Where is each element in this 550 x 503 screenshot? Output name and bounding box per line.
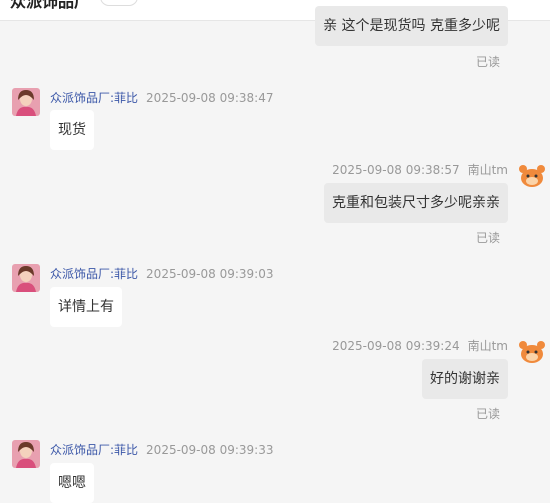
message-time: 2025-09-08 09:39:03 xyxy=(146,267,274,281)
message-bubble: 克重和包装尺寸多少呢亲亲 xyxy=(324,183,508,223)
chat-title: 众派饰品厂 xyxy=(10,0,91,11)
read-status: 已读 xyxy=(475,407,500,421)
message-bubble: 详情上有 xyxy=(50,287,122,327)
buyer-avatar-icon[interactable] xyxy=(518,338,546,366)
seller-avatar-icon[interactable] xyxy=(12,440,40,468)
buyer-avatar-icon[interactable] xyxy=(518,162,546,190)
message-meta: 众派饰品厂:菲比 2025-09-08 09:38:47 xyxy=(50,89,274,106)
read-status: 已读 xyxy=(475,231,500,245)
message-time: 2025-09-08 09:38:47 xyxy=(146,91,274,105)
header-pill-button[interactable] xyxy=(100,0,138,6)
message-meta: 众派饰品厂:菲比 2025-09-08 09:39:03 xyxy=(50,265,274,282)
message-time: 2025-09-08 09:39:33 xyxy=(146,443,274,457)
sender-name[interactable]: 南山tm xyxy=(468,163,508,177)
message-bubble: 嗯嗯 xyxy=(50,463,94,503)
read-status: 已读 xyxy=(475,55,500,69)
message-bubble: 现货 xyxy=(50,110,94,150)
message-time: 2025-09-08 09:38:57 xyxy=(332,163,460,177)
message-meta: 众派饰品厂:菲比 2025-09-08 09:39:33 xyxy=(50,441,274,458)
seller-avatar-icon[interactable] xyxy=(12,264,40,292)
message-bubble: 亲 这个是现货吗 克重多少呢 xyxy=(315,6,508,46)
sender-name[interactable]: 南山tm xyxy=(468,339,508,353)
seller-avatar-icon[interactable] xyxy=(12,88,40,116)
message-meta: 2025-09-08 09:39:24 南山tm xyxy=(332,337,508,354)
sender-name[interactable]: 众派饰品厂:菲比 xyxy=(50,443,138,457)
message-bubble: 好的谢谢亲 xyxy=(422,359,508,399)
sender-name[interactable]: 众派饰品厂:菲比 xyxy=(50,267,138,281)
sender-name[interactable]: 众派饰品厂:菲比 xyxy=(50,91,138,105)
message-meta: 2025-09-08 09:38:57 南山tm xyxy=(332,161,508,178)
message-time: 2025-09-08 09:39:24 xyxy=(332,339,460,353)
